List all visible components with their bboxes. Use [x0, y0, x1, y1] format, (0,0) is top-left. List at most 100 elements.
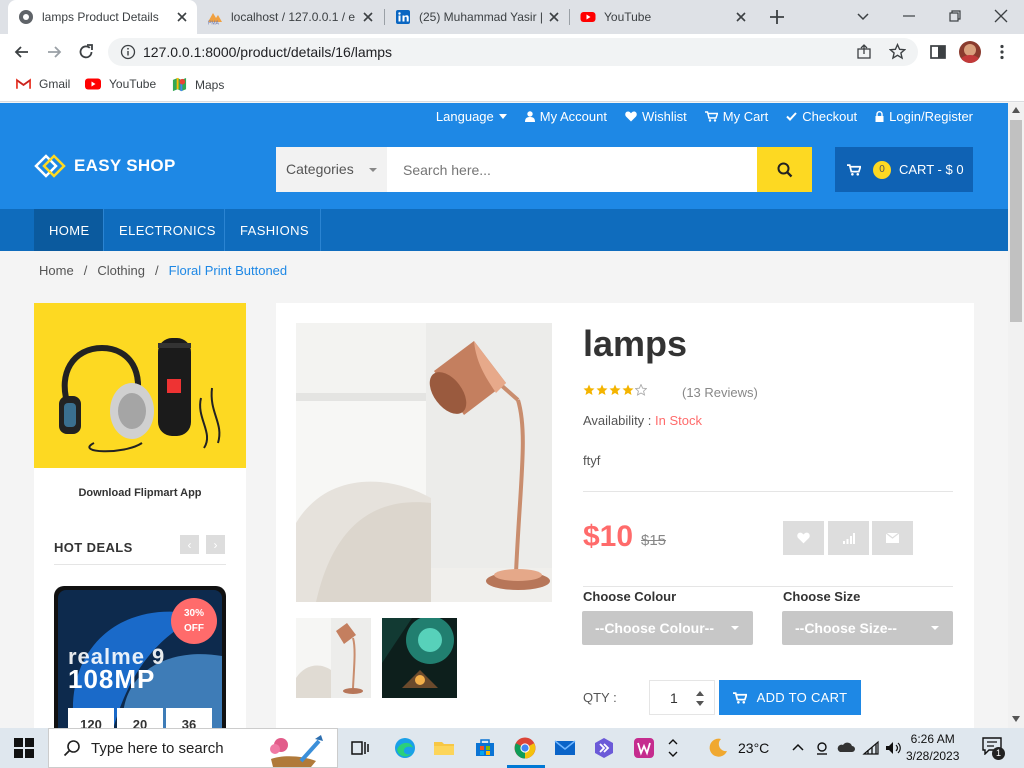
tab-search-chevron-icon[interactable] [853, 6, 873, 26]
microsoft-store-icon[interactable] [473, 736, 497, 760]
next-deal-button[interactable]: › [206, 535, 225, 554]
wifi-icon[interactable] [862, 736, 880, 760]
youtube-icon [580, 12, 596, 22]
side-panel-icon[interactable] [928, 42, 948, 62]
increment-arrow-icon[interactable] [696, 691, 704, 696]
login-register-link[interactable]: Login/Register [875, 109, 973, 124]
category-select[interactable]: Categories [276, 147, 387, 192]
nav-label: ELECTRONICS [119, 222, 216, 238]
browser-tab-strip: lamps Product Details PMA localhost / 12… [0, 0, 1024, 34]
product-thumbnail-1[interactable] [296, 618, 371, 698]
envelope-icon [886, 533, 899, 543]
tab-lamps-product-details[interactable]: lamps Product Details [8, 0, 197, 34]
bookmark-maps[interactable]: Maps [172, 77, 224, 92]
scroll-up-icon[interactable] [1012, 107, 1020, 113]
phpmyadmin-icon: PMA [208, 13, 222, 25]
nav-fashions[interactable]: FASHIONS [225, 209, 321, 251]
power-automate-icon[interactable] [592, 736, 616, 760]
tab-phpmyadmin[interactable]: PMA localhost / 127.0.0.1 / e [197, 0, 383, 34]
hot-deals-title: HOT DEALS [54, 540, 133, 555]
close-tab-icon[interactable] [547, 10, 561, 24]
quantity-stepper[interactable]: 1 [649, 680, 715, 715]
windows-start-icon[interactable] [14, 738, 34, 758]
xampp-icon[interactable] [632, 736, 656, 760]
checkout-link[interactable]: Checkout [786, 109, 857, 124]
meet-now-icon[interactable] [814, 736, 830, 760]
size-label: Choose Size [783, 589, 861, 604]
app-promo-banner[interactable] [34, 303, 246, 468]
site-logo[interactable]: EASY SHOP [34, 154, 176, 178]
tray-overflow-chevron-icon[interactable] [790, 736, 806, 760]
nav-home[interactable]: HOME [34, 209, 104, 251]
star-filled-icon [596, 384, 608, 395]
share-icon[interactable] [856, 44, 872, 60]
breadcrumb-home[interactable]: Home [39, 263, 74, 278]
taskbar-clock[interactable]: 6:26 AM 3/28/2023 [906, 731, 959, 765]
restore-icon[interactable] [945, 6, 965, 26]
volume-icon[interactable] [884, 736, 902, 760]
language-dropdown[interactable]: Language [436, 109, 507, 124]
nav-electronics[interactable]: ELECTRONICS [104, 209, 225, 251]
mail-icon[interactable] [553, 736, 577, 760]
onedrive-cloud-icon[interactable] [836, 736, 856, 760]
notification-center-button[interactable]: 1 [982, 737, 1006, 760]
tab-linkedin[interactable]: (25) Muhammad Yasir | [385, 0, 569, 34]
file-explorer-icon[interactable] [432, 736, 456, 760]
divider [583, 586, 953, 587]
header-cart-button[interactable]: 0 CART - $ 0 [835, 147, 973, 192]
wishlist-link[interactable]: Wishlist [625, 109, 687, 124]
my-cart-link[interactable]: My Cart [704, 109, 768, 124]
tab-youtube[interactable]: YouTube [570, 0, 756, 34]
compare-button[interactable] [828, 521, 869, 555]
site-header: Language My Account Wishlist My Cart Che… [0, 103, 1008, 209]
scrollbar-thumb[interactable] [1010, 120, 1022, 322]
close-tab-icon[interactable] [175, 10, 189, 24]
back-arrow-icon[interactable] [12, 42, 32, 62]
weather-temperature[interactable]: 23°C [738, 740, 769, 756]
chrome-icon[interactable] [513, 736, 537, 760]
bookmark-gmail[interactable]: Gmail [16, 77, 70, 91]
signal-bars-icon [843, 533, 855, 544]
quantity-label: QTY : [583, 690, 617, 705]
product-thumbnail-2[interactable] [382, 618, 457, 698]
colour-select[interactable]: --Choose Colour-- [582, 611, 753, 645]
scroll-down-icon[interactable] [1012, 716, 1020, 722]
close-tab-icon[interactable] [361, 10, 375, 24]
address-bar[interactable]: 127.0.0.1:8000/product/details/16/lamps [108, 38, 918, 66]
lamp-thumb-photo [296, 618, 371, 698]
minimize-icon[interactable] [899, 6, 919, 26]
headphones-speaker-image [59, 338, 221, 453]
my-account-link[interactable]: My Account [524, 109, 607, 124]
browser-toolbar: 127.0.0.1:8000/product/details/16/lamps [0, 34, 1024, 70]
decrement-arrow-icon[interactable] [696, 701, 704, 706]
bookmark-star-icon[interactable] [889, 43, 906, 60]
forward-arrow-icon[interactable] [44, 42, 64, 62]
search-input[interactable] [387, 147, 757, 192]
email-product-button[interactable] [872, 521, 913, 555]
star-filled-icon [622, 384, 634, 395]
clock-time: 6:26 AM [910, 732, 955, 746]
taskbar-search-box[interactable]: Type here to search [48, 728, 338, 768]
bookmark-youtube[interactable]: YouTube [85, 77, 156, 91]
add-to-cart-button[interactable]: ADD TO CART [719, 680, 861, 715]
product-main-image[interactable] [296, 323, 552, 602]
more-menu-icon[interactable] [992, 42, 1012, 62]
breadcrumb-clothing[interactable]: Clothing [97, 263, 145, 278]
prev-deal-button[interactable]: ‹ [180, 535, 199, 554]
taskbar-scroll-icon[interactable] [666, 736, 680, 760]
search-button[interactable] [757, 147, 812, 192]
windows-taskbar: Type here to search 23°C 6:26 AM 3/28/20… [0, 728, 1024, 768]
task-view-icon[interactable] [348, 736, 372, 760]
new-tab-icon[interactable] [767, 7, 787, 27]
edge-browser-icon[interactable] [393, 736, 417, 760]
size-select[interactable]: --Choose Size-- [782, 611, 953, 645]
reload-icon[interactable] [76, 42, 96, 62]
info-icon[interactable] [120, 44, 136, 60]
close-window-icon[interactable] [991, 6, 1011, 26]
review-count-link[interactable]: (13 Reviews) [682, 385, 758, 400]
add-to-wishlist-button[interactable] [783, 521, 824, 555]
colour-label: Choose Colour [583, 589, 677, 604]
profile-avatar[interactable] [959, 41, 981, 63]
product-description: ftyf [583, 453, 601, 468]
close-tab-icon[interactable] [734, 10, 748, 24]
